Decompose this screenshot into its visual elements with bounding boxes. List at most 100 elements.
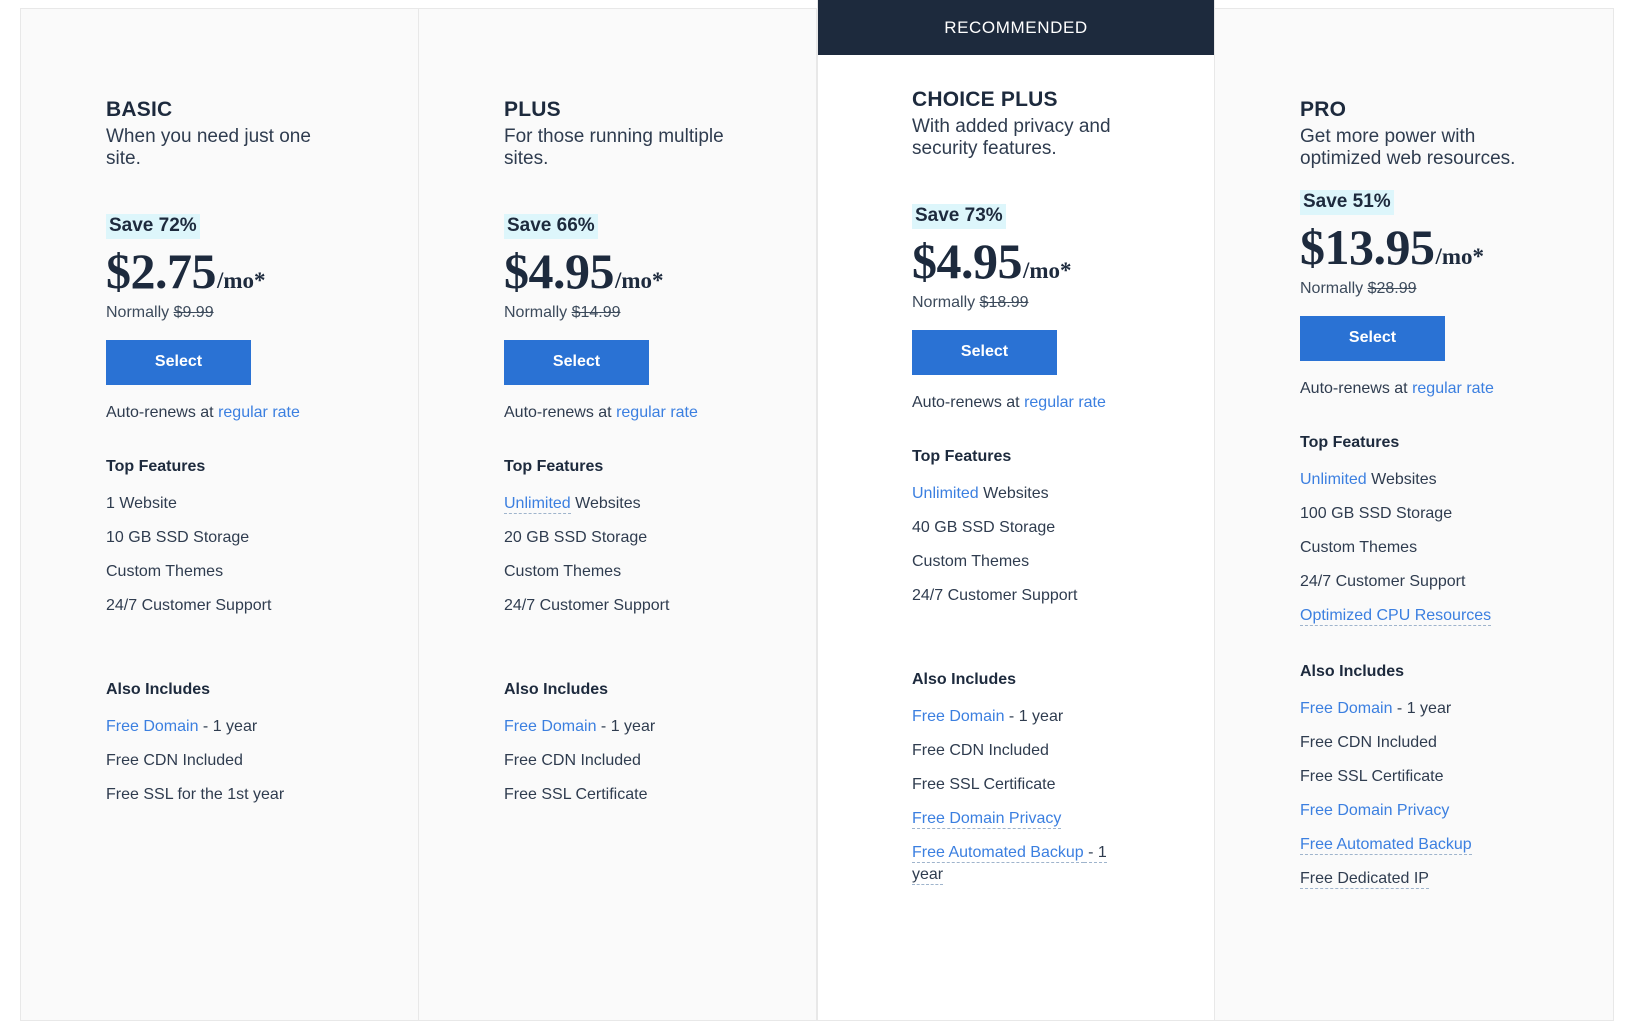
feature-item: Custom Themes: [912, 551, 1117, 573]
feature-item: 100 GB SSD Storage: [1300, 503, 1515, 525]
top-features-title: Top Features: [504, 458, 816, 476]
feature-text: Free CDN Included: [504, 752, 641, 769]
feature-item: Free Domain - 1 year: [1300, 698, 1515, 720]
also-includes-spacer: [106, 629, 418, 681]
feature-item: Free CDN Included: [106, 750, 321, 772]
feature-link[interactable]: Unlimited: [504, 495, 571, 514]
feature-link[interactable]: Optimized CPU Resources: [1300, 607, 1491, 626]
select-button[interactable]: Select: [912, 330, 1057, 375]
regular-rate-link[interactable]: regular rate: [1412, 380, 1494, 397]
feature-text: Free SSL Certificate: [1300, 768, 1443, 785]
card-body: PROGet more power with optimized web res…: [1215, 9, 1613, 890]
feature-text: Custom Themes: [504, 563, 621, 580]
feature-text: Free CDN Included: [1300, 734, 1437, 751]
feature-suffix: - 1 year: [1004, 708, 1063, 725]
price-period: /mo*: [1023, 258, 1072, 284]
price-period: /mo*: [217, 268, 266, 294]
auto-renew-label: Auto-renews at: [1300, 380, 1412, 397]
feature-item: Free SSL for the 1st year: [106, 784, 321, 806]
feature-item: Free Domain Privacy: [912, 808, 1117, 830]
price-row: $4.95/mo*: [912, 235, 1214, 288]
feature-text: Custom Themes: [912, 553, 1029, 570]
feature-text: 24/7 Customer Support: [504, 597, 669, 614]
plan-description: For those running multiple sites.: [504, 126, 734, 170]
feature-item: Unlimited Websites: [912, 483, 1117, 505]
feature-link[interactable]: Free Domain: [912, 708, 1004, 725]
card-top-spacer: [504, 9, 816, 97]
feature-link[interactable]: Free Automated Backup: [1300, 836, 1472, 855]
top-features-title: Top Features: [106, 458, 418, 476]
feature-link[interactable]: Free Domain: [1300, 700, 1392, 717]
section-spacer: [504, 422, 816, 458]
feature-item: 24/7 Customer Support: [504, 595, 719, 617]
plan-name: BASIC: [106, 97, 418, 122]
select-button[interactable]: Select: [106, 340, 251, 385]
auto-renew-note: Auto-renews at regular rate: [1300, 380, 1613, 398]
card-body: CHOICE PLUSWith added privacy and securi…: [818, 55, 1214, 886]
feature-item: 20 GB SSD Storage: [504, 527, 719, 549]
price-amount: $4.95: [504, 245, 614, 298]
feature-text: Free SSL for the 1st year: [106, 786, 284, 803]
card-body: PLUS For those running multiple sites. Sav…: [419, 9, 816, 806]
plan-description: Get more power with optimized web resour…: [1300, 126, 1530, 170]
feature-item: 10 GB SSD Storage: [106, 527, 321, 549]
also-includes-list: Free Domain - 1 year Free CDN Included Fre…: [504, 716, 816, 806]
normally-label: Normally: [912, 294, 980, 311]
auto-renew-note: Auto-renews at regular rate: [912, 394, 1214, 412]
feature-suffix: - 1 year: [596, 718, 655, 735]
feature-suffix: - 1 year: [1392, 700, 1451, 717]
normally-label: Normally: [1300, 280, 1368, 297]
feature-item: 24/7 Customer Support: [106, 595, 321, 617]
save-badge-wrapper: Save 66%: [504, 214, 816, 239]
normally-value: $14.99: [572, 304, 621, 321]
price-row: $4.95/mo*: [504, 245, 816, 298]
pricing-card: PLUS For those running multiple sites. Sav…: [419, 9, 817, 1020]
price-amount: $4.95: [912, 235, 1022, 288]
feature-text: 100 GB SSD Storage: [1300, 505, 1452, 522]
regular-rate-link[interactable]: regular rate: [218, 404, 300, 421]
feature-text: 40 GB SSD Storage: [912, 519, 1055, 536]
feature-link[interactable]: Unlimited: [1300, 471, 1367, 488]
auto-renew-label: Auto-renews at: [504, 404, 616, 421]
feature-item: Free CDN Included: [912, 740, 1117, 762]
save-badge-wrapper: Save 72%: [106, 214, 418, 239]
top-features-title: Top Features: [912, 448, 1214, 466]
feature-text[interactable]: Free Dedicated IP: [1300, 870, 1429, 889]
feature-item: Unlimited Websites: [504, 493, 719, 515]
feature-text: 24/7 Customer Support: [1300, 573, 1465, 590]
price-amount: $13.95: [1300, 221, 1435, 274]
pricing-card: BASIC When you need just one site. Save 72…: [21, 9, 419, 1020]
feature-item: Optimized CPU Resources: [1300, 605, 1515, 627]
plan-name: PLUS: [504, 97, 816, 122]
feature-link[interactable]: Free Domain: [504, 718, 596, 735]
recommended-banner: RECOMMENDED: [818, 0, 1214, 55]
select-button[interactable]: Select: [1300, 316, 1445, 361]
feature-link[interactable]: Free Automated Backup: [912, 844, 1084, 863]
feature-item: Free SSL Certificate: [504, 784, 719, 806]
feature-item: Free Automated Backup - 1 year: [912, 842, 1117, 886]
regular-rate-link[interactable]: regular rate: [616, 404, 698, 421]
save-badge: Save 72%: [106, 214, 200, 239]
feature-text: 24/7 Customer Support: [106, 597, 271, 614]
feature-text: Custom Themes: [1300, 539, 1417, 556]
feature-text: Free SSL Certificate: [504, 786, 647, 803]
feature-link[interactable]: Unlimited: [912, 485, 979, 502]
save-badge-wrapper: Save 51%: [1300, 190, 1613, 215]
feature-item: Free CDN Included: [1300, 732, 1515, 754]
select-button[interactable]: Select: [504, 340, 649, 385]
feature-link[interactable]: Free Domain Privacy: [912, 810, 1061, 829]
feature-link[interactable]: Free Domain: [106, 718, 198, 735]
plan-description: When you need just one site.: [106, 126, 336, 170]
regular-rate-link[interactable]: regular rate: [1024, 394, 1106, 411]
original-price: Normally $14.99: [504, 304, 816, 322]
section-spacer: [912, 412, 1214, 448]
feature-item: 40 GB SSD Storage: [912, 517, 1117, 539]
top-features-title: Top Features: [1300, 434, 1613, 452]
price-amount: $2.75: [106, 245, 216, 298]
feature-link[interactable]: Free Domain Privacy: [1300, 802, 1449, 819]
normally-value: $18.99: [980, 294, 1029, 311]
price-row: $2.75/mo*: [106, 245, 418, 298]
price-row: $13.95/mo*: [1300, 221, 1613, 274]
feature-text: 1 Website: [106, 495, 177, 512]
plan-description: With added privacy and security features…: [912, 116, 1142, 160]
